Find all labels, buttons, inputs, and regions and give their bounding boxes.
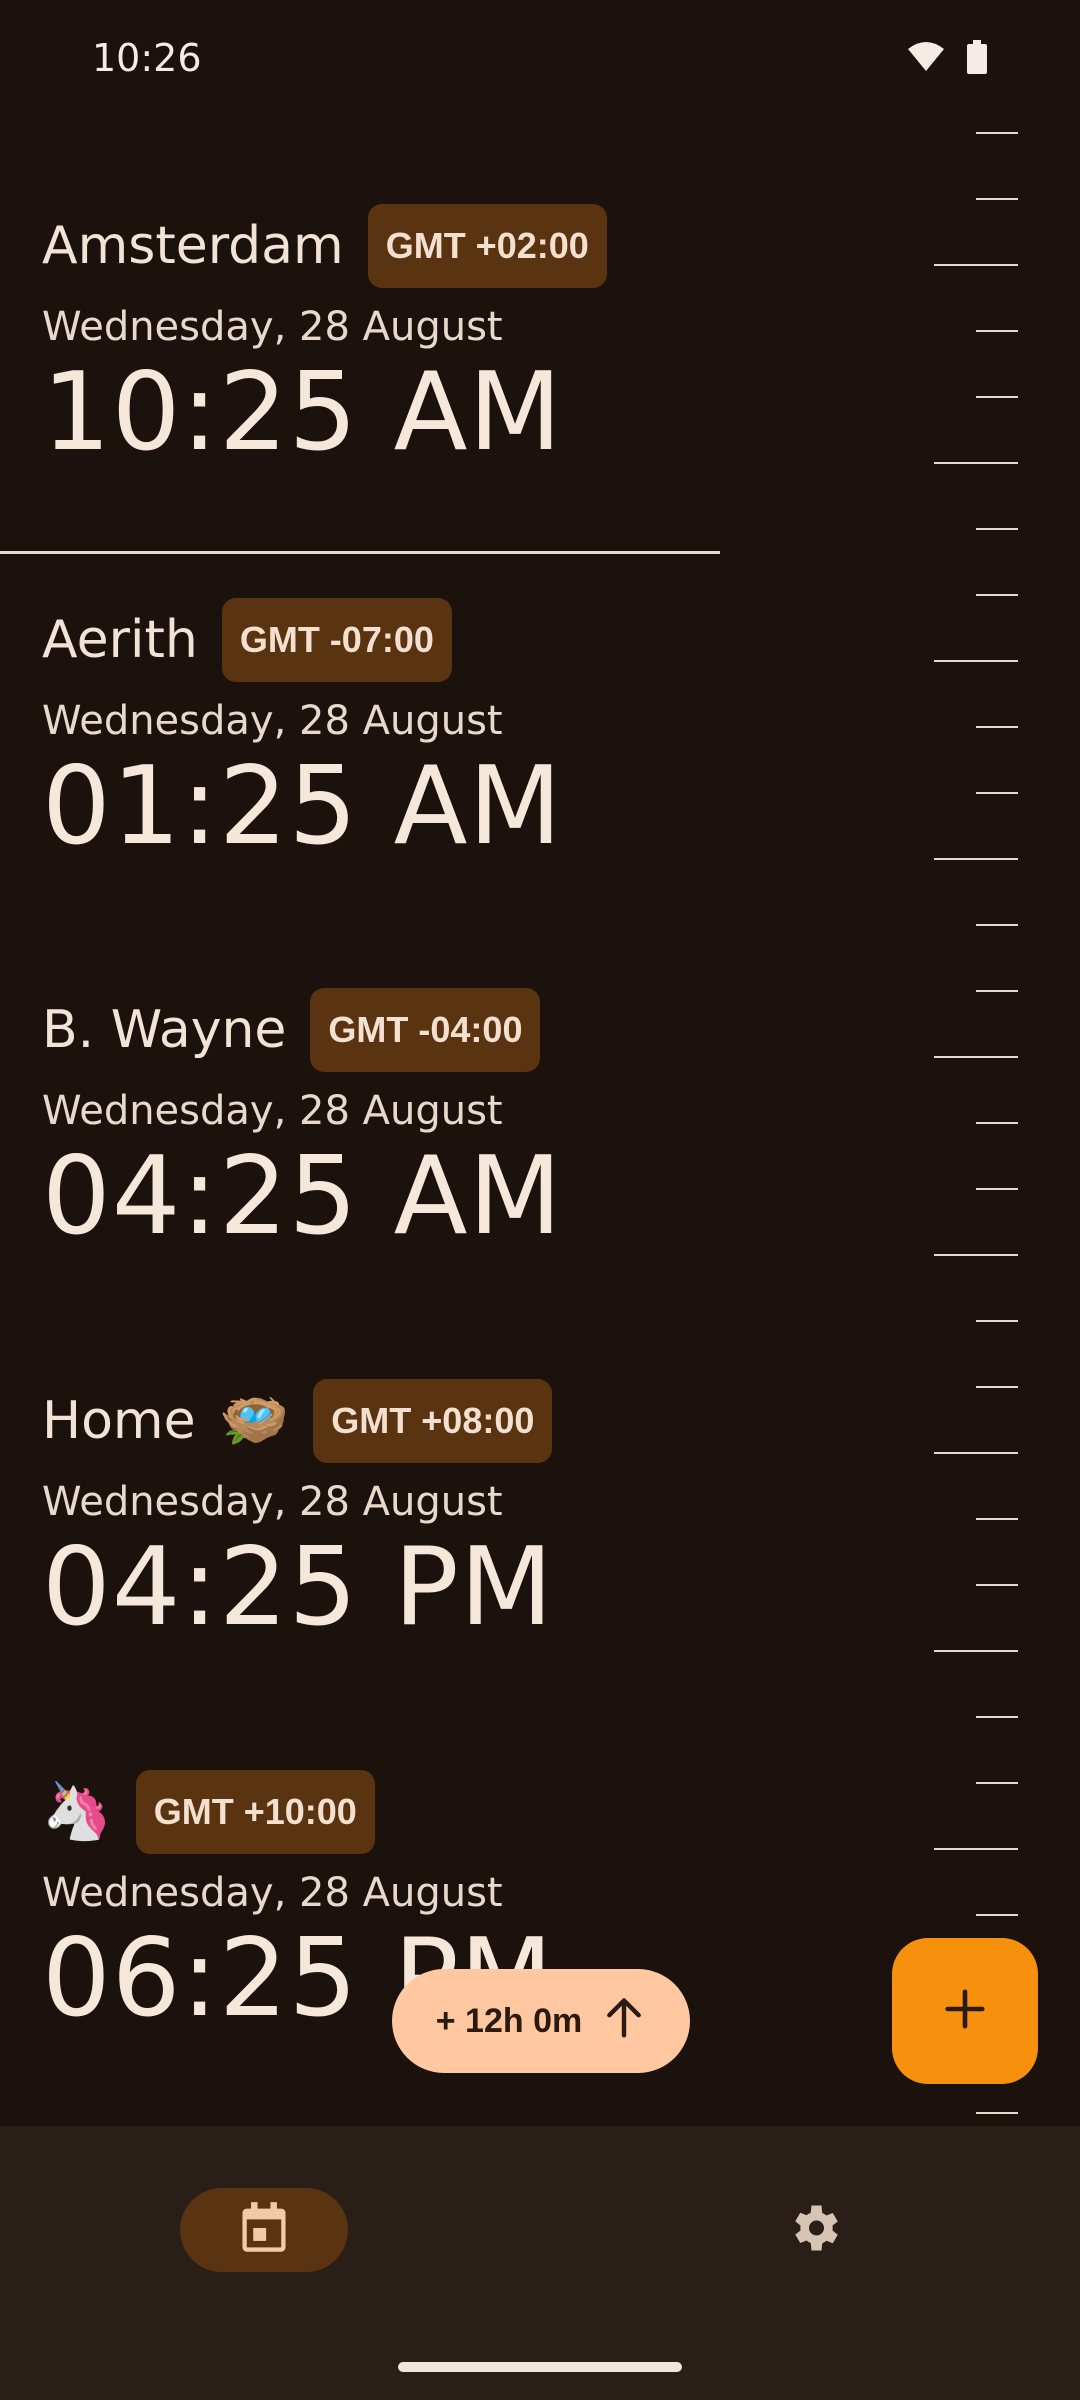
ruler-tick (934, 264, 1018, 266)
plus-icon (942, 1986, 988, 2036)
date-label: Wednesday, 28 August (42, 304, 503, 350)
ruler-tick (976, 1584, 1018, 1586)
ruler-tick (976, 726, 1018, 728)
ruler-tick (934, 858, 1018, 860)
wifi-icon (906, 41, 946, 77)
current-time-divider (0, 551, 720, 554)
clock-card[interactable]: Amsterdam GMT +02:00 Wednesday, 28 Augus… (42, 204, 762, 564)
clock-card[interactable]: Aerith GMT -07:00 Wednesday, 28 August 0… (42, 598, 762, 958)
ruler-tick (934, 1056, 1018, 1058)
time-label: 04:25 AM (42, 1134, 563, 1259)
clock-card[interactable]: 🦄 GMT +10:00 Wednesday, 28 August 06:25 … (42, 1770, 762, 2130)
time-offset-button[interactable]: + 12h 0m (392, 1969, 690, 2073)
add-clock-button[interactable] (892, 1938, 1038, 2084)
bottom-navigation (0, 2126, 1080, 2400)
time-label: 10:25 AM (42, 350, 563, 475)
time-label: 04:25 PM (42, 1525, 554, 1650)
ruler-tick (976, 1320, 1018, 1322)
ruler-tick (976, 2112, 1018, 2114)
city-name: Amsterdam (42, 216, 344, 276)
gesture-handle[interactable] (398, 2362, 682, 2372)
ruler-tick (976, 792, 1018, 794)
ruler-tick (976, 132, 1018, 134)
ruler-tick (976, 990, 1018, 992)
timezone-badge: GMT -04:00 (310, 988, 541, 1072)
ruler-tick (976, 1518, 1018, 1520)
ruler-tick (976, 396, 1018, 398)
battery-icon (966, 40, 988, 78)
calendar-icon (238, 2200, 290, 2260)
ruler-tick (976, 1914, 1018, 1916)
gear-icon (784, 2198, 844, 2262)
city-name: Aerith (42, 610, 198, 670)
clock-card[interactable]: B. Wayne GMT -04:00 Wednesday, 28 August… (42, 988, 762, 1348)
time-label: 01:25 AM (42, 744, 563, 869)
ruler-tick (976, 1782, 1018, 1784)
offset-label: + 12h 0m (435, 2001, 583, 2040)
ruler-tick (934, 1254, 1018, 1256)
ruler-tick (976, 924, 1018, 926)
status-time: 10:26 (92, 36, 202, 80)
timezone-badge: GMT -07:00 (221, 598, 452, 682)
ruler-tick (976, 330, 1018, 332)
timezone-badge: GMT +10:00 (135, 1770, 375, 1854)
ruler-tick (976, 1122, 1018, 1124)
status-bar: 10:26 (0, 0, 1080, 120)
nest-emoji: 🪺 (219, 1388, 290, 1453)
unicorn-emoji: 🦄 (42, 1779, 112, 1844)
city-name: Home (42, 1391, 196, 1451)
ruler-tick (976, 528, 1018, 530)
ruler-tick (976, 594, 1018, 596)
ruler-tick (976, 1716, 1018, 1718)
ruler-tick (976, 198, 1018, 200)
ruler-tick (934, 1650, 1018, 1652)
nav-calendar-tab[interactable] (180, 2188, 348, 2272)
date-label: Wednesday, 28 August (42, 698, 503, 744)
status-icons (906, 40, 988, 78)
date-label: Wednesday, 28 August (42, 1479, 503, 1525)
ruler-tick (976, 1386, 1018, 1388)
ruler-tick (976, 1188, 1018, 1190)
clock-card[interactable]: Home 🪺 GMT +08:00 Wednesday, 28 August 0… (42, 1379, 762, 1739)
arrow-up-icon (602, 1995, 646, 2048)
ruler-tick (934, 462, 1018, 464)
ruler-tick (934, 660, 1018, 662)
ruler-tick (934, 1848, 1018, 1850)
ruler-tick (934, 1452, 1018, 1454)
timezone-badge: GMT +02:00 (367, 204, 607, 288)
date-label: Wednesday, 28 August (42, 1088, 503, 1134)
timezone-badge: GMT +08:00 (313, 1379, 553, 1463)
date-label: Wednesday, 28 August (42, 1870, 503, 1916)
time-ruler[interactable] (880, 120, 1080, 2114)
nav-settings-tab[interactable] (780, 2196, 848, 2264)
city-name: B. Wayne (42, 1000, 287, 1060)
